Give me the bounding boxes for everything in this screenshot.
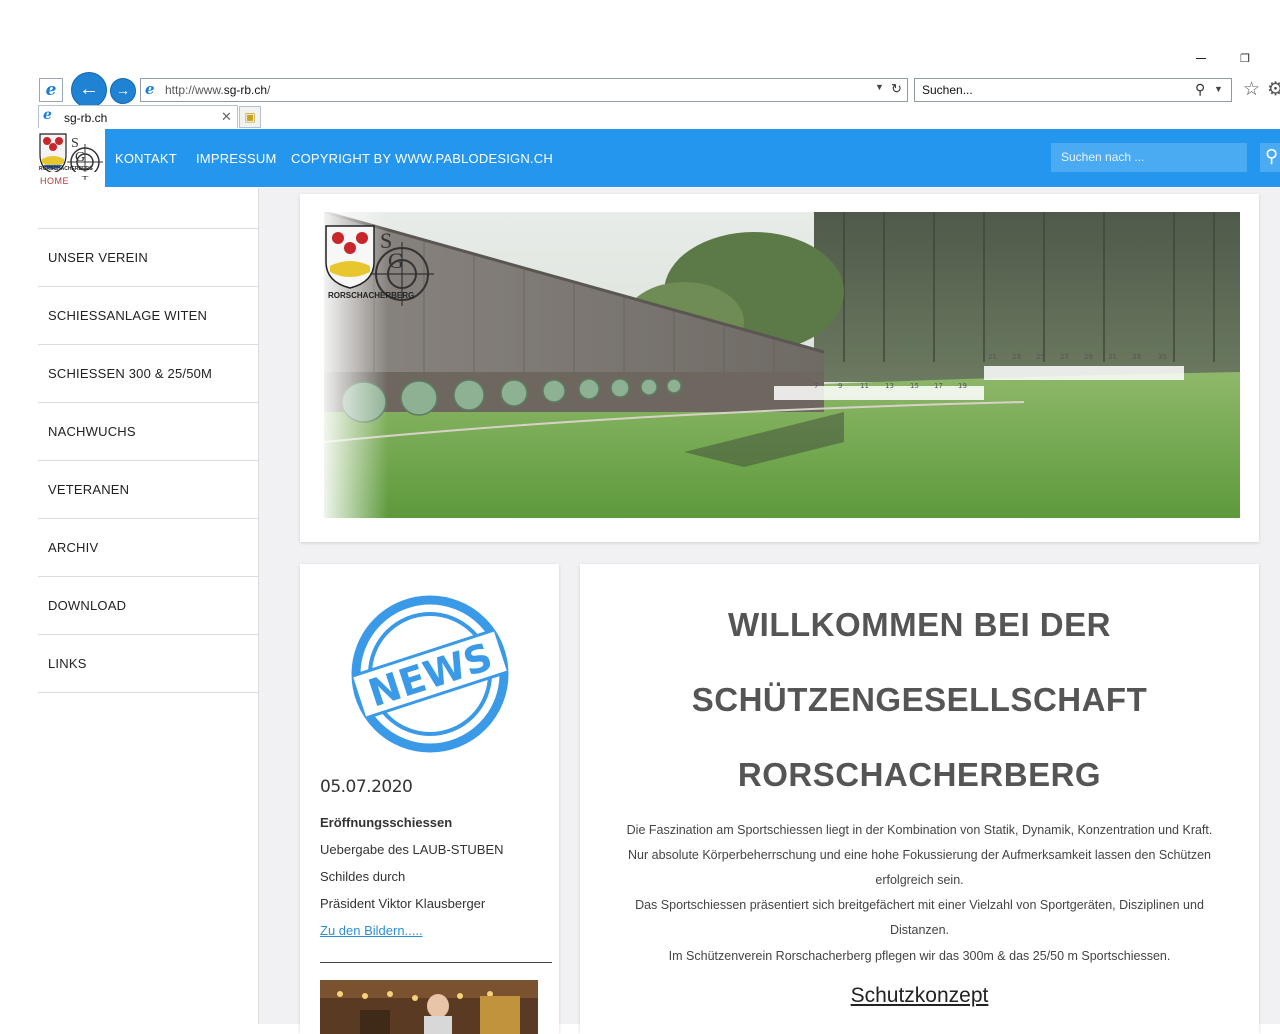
welcome-heading-line: RORSCHACHERBERG (737, 756, 1102, 793)
ie-logo-icon: e (39, 78, 63, 102)
refresh-icon[interactable]: ↻ (891, 81, 902, 97)
schutzkonzept-link[interactable]: Schutzkonzept (580, 984, 1259, 1008)
address-bar-row: e ← → e http://www.sg-rb.ch/ ▼ ↻ Suchen.… (0, 72, 1280, 108)
new-tab-button[interactable]: ▣ (239, 106, 261, 128)
banner-card: 7 9 11 13 15 17 19 21 23 25 27 29 31 33 … (300, 194, 1259, 542)
intro-text-line: Das Sportschiessen präsentiert sich brei… (635, 898, 1204, 912)
intro-text-line: Nur absolute Körperbeherrschung und eine… (628, 848, 1211, 862)
back-button[interactable]: ← (71, 72, 107, 108)
gear-icon[interactable]: ⚙ (1267, 78, 1280, 101)
chevron-down-icon[interactable]: ▼ (875, 82, 884, 92)
sidebar-item-links[interactable]: LINKS (38, 635, 258, 693)
sidebar-item-unser-verein[interactable]: UNSER VEREIN (38, 229, 258, 287)
nav-kontakt[interactable]: KONTAKT (115, 151, 177, 166)
sidebar-item-download[interactable]: DOWNLOAD (38, 577, 258, 635)
url-text[interactable]: http://www.sg-rb.ch/ (165, 83, 270, 97)
chevron-down-icon[interactable]: ▼ (1214, 84, 1223, 94)
close-icon[interactable]: ✕ (221, 109, 232, 125)
sidebar-item-schiessanlage[interactable]: SCHIESSANLAGE WITEN (38, 287, 258, 345)
browser-search-input[interactable]: Suchen... (922, 83, 973, 97)
sidebar-item-schiessen[interactable]: SCHIESSEN 300 & 25/50M (38, 345, 258, 403)
home-label[interactable]: HOME (40, 176, 69, 186)
tab-sg-rb[interactable]: e sg-rb.ch ✕ (38, 105, 238, 128)
forward-button[interactable]: → (110, 78, 136, 104)
favorites-star-icon[interactable]: ☆ (1243, 78, 1260, 101)
site-search-button[interactable]: ⚲ (1260, 143, 1280, 172)
site-header: S G RORSCHACHERBERG HOME KONTAKT IMPRESS… (38, 129, 1280, 187)
news-images-link[interactable]: Zu den Bildern..... (320, 923, 423, 938)
sidebar-divider (258, 188, 259, 1024)
page-ie-icon: e (145, 80, 155, 98)
news-card: NEWS 05.07.2020 Eröffnungsschiessen Uebe… (300, 564, 559, 1034)
welcome-heading-line: WILLKOMMEN BEI DER (728, 606, 1111, 643)
sidebar-menu: UNSER VEREIN SCHIESSANLAGE WITEN SCHIESS… (38, 228, 258, 693)
news-title: Eröffnungsschiessen (320, 815, 453, 830)
svg-text:NEWS: NEWS (363, 634, 497, 715)
news-date: 05.07.2020 (320, 777, 413, 797)
logo-name: RORSCHACHERBERG (39, 166, 93, 172)
site-search-input[interactable] (1051, 143, 1247, 170)
sidebar-item-archiv[interactable]: ARCHIV (38, 519, 258, 577)
site-search-box (1051, 143, 1247, 172)
intro-text-line: Distanzen. (889, 923, 950, 937)
sidebar-item-nachwuchs[interactable]: NACHWUCHS (38, 403, 258, 461)
banner-image: 7 9 11 13 15 17 19 21 23 25 27 29 31 33 … (324, 212, 1240, 518)
tab-row: e sg-rb.ch ✕ ▣ (0, 105, 1280, 129)
tab-title: sg-rb.ch (64, 111, 108, 125)
minimize-icon[interactable] (1196, 58, 1206, 59)
browser-search-box[interactable]: Suchen... ⚲ ▼ (914, 78, 1232, 102)
welcome-card: WILLKOMMEN BEI DER SCHÜTZENGESELLSCHAFT … (580, 564, 1259, 1034)
news-photo (320, 980, 538, 1034)
search-icon[interactable]: ⚲ (1195, 81, 1205, 98)
news-stamp-icon: NEWS (351, 595, 509, 753)
home-logo[interactable]: S G RORSCHACHERBERG HOME (38, 129, 105, 187)
nav-impressum[interactable]: IMPRESSUM (196, 151, 277, 166)
tab-ie-icon: e (43, 107, 52, 123)
news-text-line: Schildes durch (320, 869, 406, 884)
nav-copyright[interactable]: COPYRIGHT BY WWW.PABLODESIGN.CH (291, 151, 553, 166)
address-bar[interactable]: e http://www.sg-rb.ch/ ▼ ↻ (140, 78, 908, 102)
news-divider (320, 962, 552, 963)
search-icon: ⚲ (1265, 146, 1279, 166)
svg-text:RORSCHACHERBERG: RORSCHACHERBERG (328, 291, 414, 300)
news-text-line: Uebergabe des LAUB-STUBEN (320, 842, 504, 857)
svg-text:S: S (71, 136, 79, 151)
welcome-heading-line: SCHÜTZENGESELLSCHAFT (691, 681, 1148, 718)
intro-text-line: Die Faszination am Sportschiessen liegt … (626, 823, 1213, 837)
window-controls: ❐ (1190, 54, 1280, 74)
news-text-line: Präsident Viktor Klausberger (320, 896, 486, 911)
intro-text-line: erfolgreich sein. (875, 873, 964, 887)
intro-text-line: Im Schützenverein Rorschacherberg pflege… (668, 949, 1171, 963)
restore-icon[interactable]: ❐ (1240, 54, 1250, 65)
sidebar-item-veteranen[interactable]: VETERANEN (38, 461, 258, 519)
